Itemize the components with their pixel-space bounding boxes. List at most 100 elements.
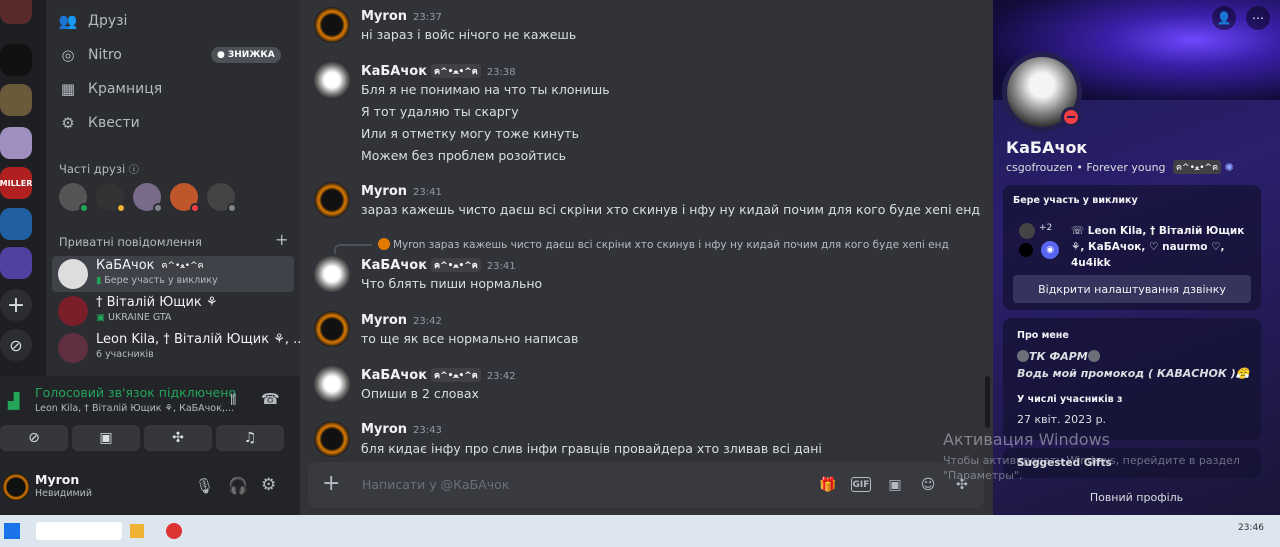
dm-section-title: Приватні повідомлення: [59, 235, 202, 249]
message-avatar[interactable]: [314, 366, 350, 402]
nav-quests[interactable]: ⚙ Квести: [58, 108, 140, 138]
discord-icon: ◉: [1041, 241, 1059, 259]
server-icon[interactable]: [0, 84, 32, 116]
user-bar: Myron Невидимий 🎙 🎧 ⚙: [0, 465, 300, 515]
server-icon[interactable]: [0, 127, 32, 159]
message-avatar[interactable]: [314, 311, 350, 347]
server-icon[interactable]: [0, 247, 32, 279]
gift-icon[interactable]: 🎁: [818, 475, 838, 495]
headphones-icon[interactable]: 🎧: [228, 476, 248, 495]
message-avatar[interactable]: [314, 7, 350, 43]
message-header: Myron 23:43: [361, 422, 442, 437]
message-text: то ще як все нормально написав: [361, 331, 579, 346]
frequent-friend-avatar[interactable]: [59, 183, 89, 213]
activities-icon: ✣: [172, 430, 184, 446]
chat-scrollbar[interactable]: [985, 376, 990, 428]
attach-plus-icon[interactable]: +: [322, 472, 340, 496]
message-avatar[interactable]: [314, 256, 350, 292]
gif-icon[interactable]: GIF: [851, 477, 871, 492]
message-text: Что блять пиши нормально: [361, 276, 543, 291]
microphone-icon[interactable]: 🎙: [195, 477, 214, 495]
emoji-icon[interactable]: ☺: [918, 475, 938, 495]
frequent-friend-avatar[interactable]: [96, 183, 126, 213]
quests-icon: ⚙: [61, 114, 75, 132]
create-dm-plus-icon[interactable]: +: [275, 230, 288, 249]
friends-icon: 👥: [58, 12, 78, 30]
screen-share-icon: ▣: [99, 430, 113, 446]
taskbar-app-icon[interactable]: [130, 524, 144, 538]
message-text: ні зараз і войс нічого не кажешь: [361, 27, 577, 42]
profile-display-name: КаБАчок: [1006, 138, 1088, 157]
disconnect-icon[interactable]: ☎: [261, 390, 280, 408]
taskbar-app-icon[interactable]: [166, 523, 182, 539]
dm-item[interactable]: † Віталій Ющик ⚘ ▣ UKRAINE GTA: [52, 293, 294, 329]
reply-preview[interactable]: Myron зараз кажешь чисто даєш всі скріни…: [378, 238, 949, 251]
message-text: Можем без проблем розойтись: [361, 148, 566, 163]
call-members: ☏ Leon Kila, † Віталій Ющик ⚘, КаБАчок, …: [1071, 225, 1245, 269]
call-participant-avatar: [1019, 223, 1035, 239]
video-off-button[interactable]: ⊘: [0, 425, 68, 451]
start-button-icon[interactable]: [4, 523, 20, 539]
message-avatar[interactable]: [314, 421, 350, 457]
server-icon[interactable]: [0, 208, 32, 240]
message-composer[interactable]: + Написати у @КаБАчок 🎁 GIF ▣ ☺ ✣: [308, 462, 984, 508]
frequent-friend-avatar[interactable]: [207, 183, 237, 213]
call-settings-button[interactable]: Відкрити налаштування дзвінку: [1013, 275, 1251, 303]
message-header: Myron 23:42: [361, 313, 442, 328]
dm-item[interactable]: Leon Kila, † Віталій Ющик ⚘, ... 6 учасн…: [52, 330, 300, 366]
signal-icon[interactable]: ▟: [8, 392, 20, 410]
info-icon: ⓘ: [128, 165, 139, 176]
noise-suppression-icon[interactable]: ⦀: [230, 391, 237, 409]
shop-icon: ▦: [60, 80, 76, 98]
voice-status[interactable]: Голосовий зв'язок підключено: [35, 385, 236, 400]
add-server-icon[interactable]: +: [0, 289, 32, 321]
message-text: Опиши в 2 словах: [361, 386, 479, 401]
call-participant-avatar: [1019, 243, 1033, 257]
user-name[interactable]: Myron: [35, 472, 79, 487]
frequent-friend-avatar[interactable]: [170, 183, 200, 213]
message-header: Myron 23:41: [361, 184, 442, 199]
message-avatar[interactable]: [314, 62, 350, 98]
nitro-discount-badge: ● ЗНИЖКА: [211, 47, 281, 63]
nav-nitro[interactable]: ◎ Nitro: [58, 40, 121, 70]
dm-item[interactable]: КаБАчок ฅ^•ﻌ•^ฅ ▮ Бере участь у виклику: [52, 256, 294, 292]
more-options-icon[interactable]: ⋯: [1246, 6, 1270, 30]
add-friend-icon[interactable]: 👤: [1212, 6, 1236, 30]
taskbar-clock: 23:46: [1238, 523, 1264, 533]
soundboard-button[interactable]: ♫: [216, 425, 284, 451]
call-card: Бере участь у виклику +2 ◉ ☏ Leon Kila, …: [1003, 185, 1261, 310]
activation-watermark-text: Чтобы активировать Windows, перейдите в …: [943, 454, 1240, 482]
message-header: КаБАчок ฅ^•ﻌ•^ฅ 23:41: [361, 258, 516, 273]
server-icon[interactable]: MILLER: [0, 167, 32, 199]
user-avatar[interactable]: [2, 473, 30, 501]
server-icon[interactable]: [0, 0, 32, 24]
frequent-friend-avatar[interactable]: [133, 183, 163, 213]
chat-area: Myron 23:37 ні зараз і войс нічого не каж…: [300, 0, 993, 515]
nav-shop[interactable]: ▦ Крамниця: [58, 74, 162, 104]
activities-button[interactable]: ✣: [144, 425, 212, 451]
avatar: [58, 296, 88, 326]
about-line-2: Водь мой промокод ( КАВАСНОК )😤: [1017, 367, 1250, 380]
message-text: Я тот удаляю ты скаргу: [361, 104, 519, 119]
sticker-icon[interactable]: ▣: [885, 475, 905, 495]
taskbar-search[interactable]: [36, 522, 122, 540]
profile-username-line: csgofrouzen • Forever young ฅ^•ﻌ•^ฅ ✺: [1006, 160, 1234, 174]
taskbar: 23:46: [0, 515, 1280, 547]
message-input[interactable]: Написати у @КаБАчок: [362, 477, 509, 492]
reply-connector: [334, 244, 372, 254]
reply-avatar: [378, 238, 390, 250]
user-status: Невидимий: [35, 488, 93, 499]
message-avatar[interactable]: [314, 182, 350, 218]
soundboard-icon: ♫: [243, 430, 257, 446]
profile-avatar[interactable]: [1002, 52, 1082, 132]
group-avatar: [58, 333, 88, 363]
server-icon[interactable]: [0, 44, 32, 76]
about-label: Про мене: [1017, 330, 1069, 341]
explore-servers-icon[interactable]: ⊘: [0, 329, 32, 361]
activation-watermark-title: Активация Windows: [943, 430, 1110, 449]
full-profile-link[interactable]: Повний профіль: [993, 483, 1280, 511]
member-since-label: У числі учасників з: [1017, 394, 1123, 405]
screen-share-button[interactable]: ▣: [72, 425, 140, 451]
settings-gear-icon[interactable]: ⚙: [261, 475, 276, 495]
nav-friends[interactable]: 👥 Друзі: [58, 6, 128, 36]
